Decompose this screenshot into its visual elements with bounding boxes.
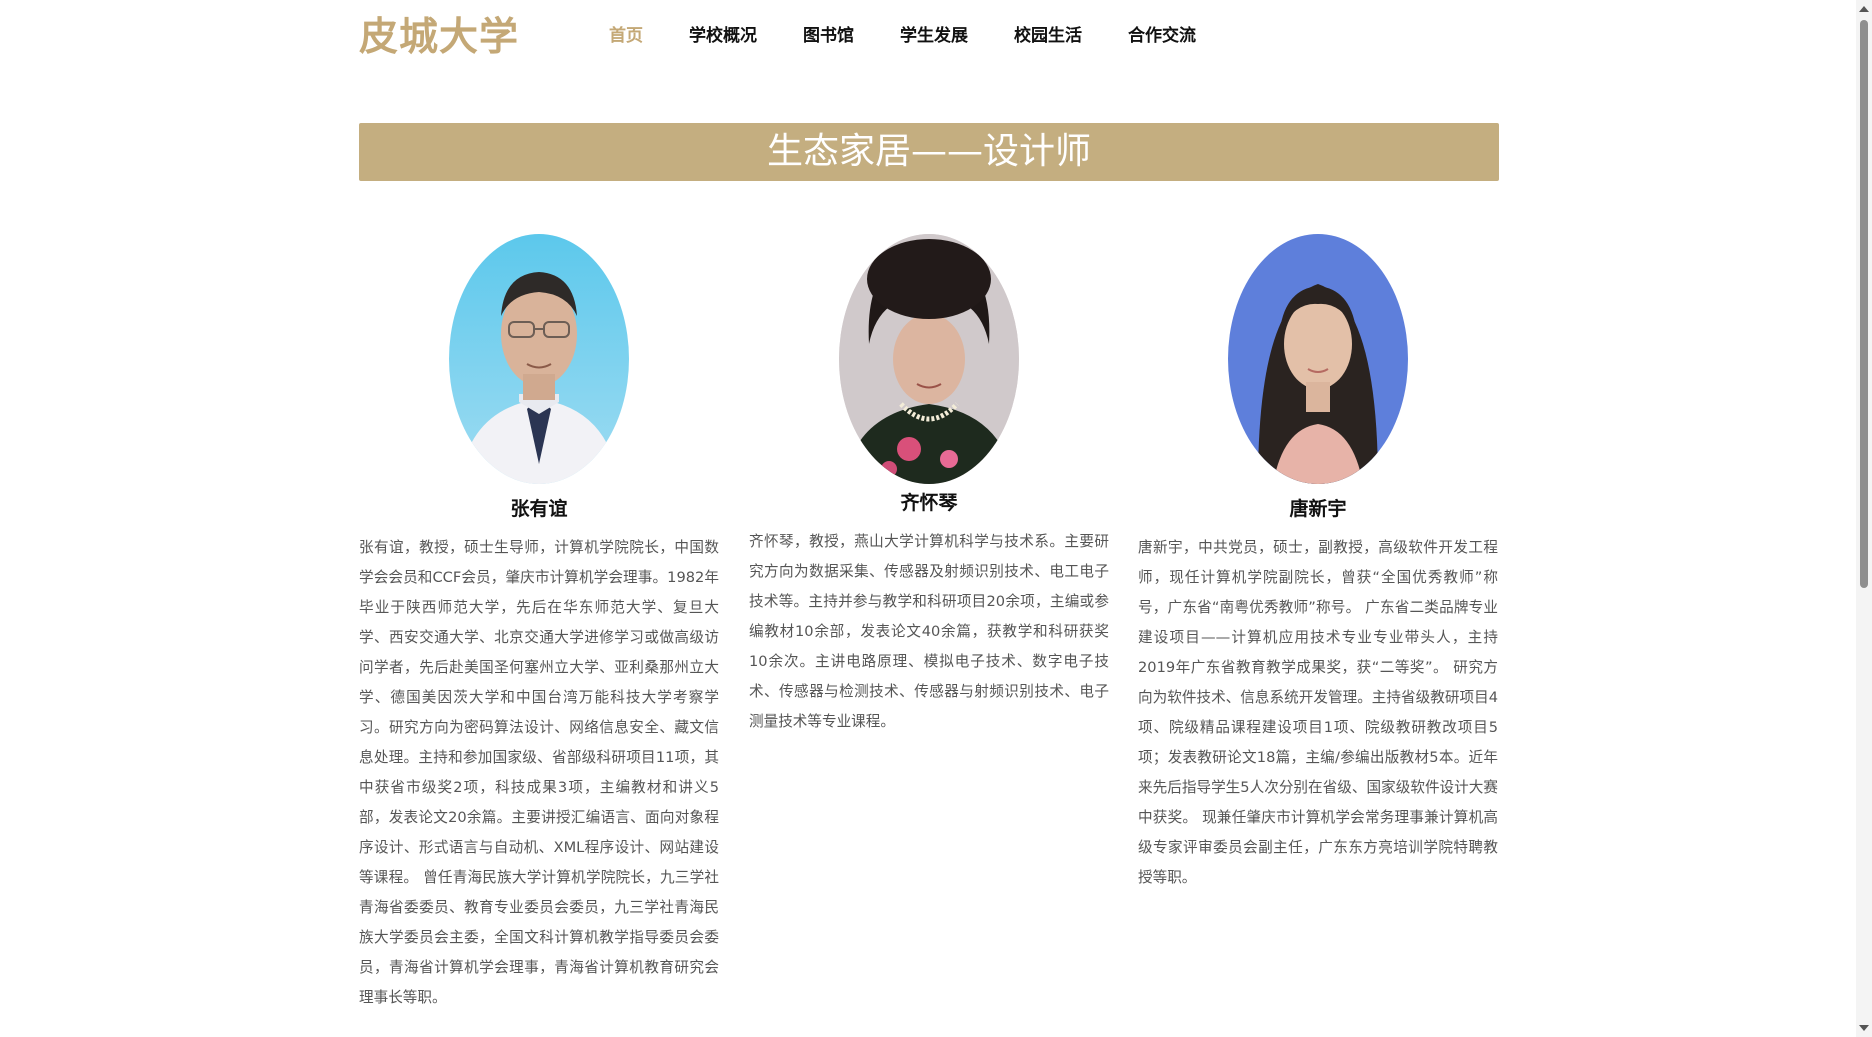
main-nav: 首页 学校概况 图书馆 学生发展 校园生活 合作交流 [609, 21, 1242, 46]
section-banner: 生态家居——设计师 [359, 123, 1499, 181]
nav-item-home[interactable]: 首页 [609, 21, 643, 46]
site-logo[interactable]: 皮城大学 [359, 6, 519, 62]
profile-name: 齐怀琴 [900, 492, 958, 514]
nav-item-student-development[interactable]: 学生发展 [900, 21, 968, 46]
scroll-thumb[interactable] [1860, 20, 1868, 588]
profile-card: 张有谊 张有谊，教授，硕士生导师，计算机学院院长，中国数学会会员和CCF会员，肇… [359, 234, 719, 1013]
profile-photo [839, 234, 1019, 484]
scroll-up-icon[interactable] [1859, 6, 1869, 12]
profile-bio: 齐怀琴，教授，燕山大学计算机科学与技术系。主要研究方向为数据采集、传感器及射频识… [749, 533, 1109, 730]
page-scrollbar[interactable] [1856, 0, 1872, 1037]
scroll-down-icon[interactable] [1859, 1025, 1869, 1031]
profile-bio: 唐新宇，中共党员，硕士，副教授，高级软件开发工程师，现任计算机学院副院长，曾获“… [1138, 539, 1498, 886]
profile-name: 唐新宇 [1289, 498, 1347, 520]
profile-bio: 张有谊，教授，硕士生导师，计算机学院院长，中国数学会会员和CCF会员，肇庆市计算… [359, 539, 719, 1006]
profile-card: 齐怀琴 齐怀琴，教授，燕山大学计算机科学与技术系。主要研究方向为数据采集、传感器… [749, 234, 1109, 737]
profile-photo [449, 234, 629, 484]
nav-item-about[interactable]: 学校概况 [689, 21, 757, 46]
nav-item-library[interactable]: 图书馆 [803, 21, 854, 46]
profile-name: 张有谊 [510, 498, 568, 520]
profile-photo [1228, 234, 1408, 484]
profile-card: 唐新宇 唐新宇，中共党员，硕士，副教授，高级软件开发工程师，现任计算机学院副院长… [1138, 234, 1498, 893]
nav-item-cooperation[interactable]: 合作交流 [1128, 21, 1196, 46]
nav-item-campus-life[interactable]: 校园生活 [1014, 21, 1082, 46]
